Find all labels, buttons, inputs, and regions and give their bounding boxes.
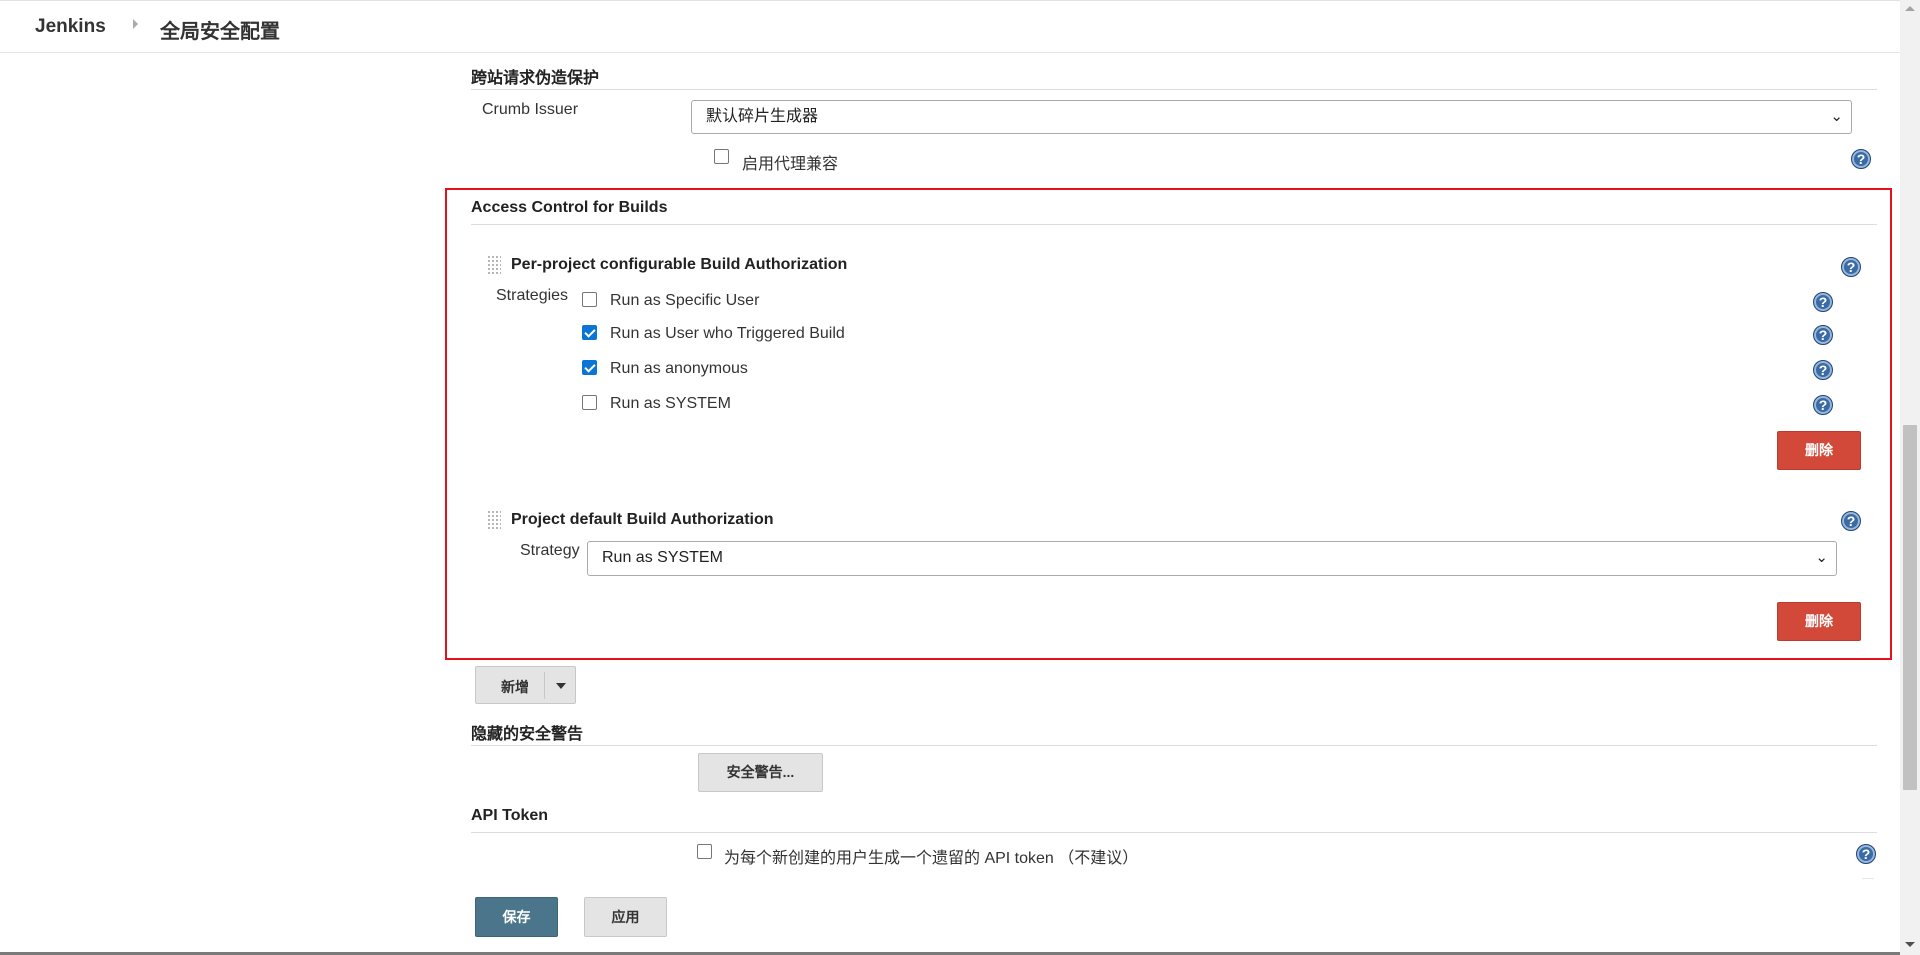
help-icon[interactable] (1841, 257, 1861, 277)
save-button[interactable]: 保存 (475, 897, 558, 937)
delete-per-project-button[interactable]: 删除 (1777, 431, 1861, 470)
chevron-down-icon (1830, 101, 1843, 133)
default-strategy-selected-value: Run as SYSTEM (602, 549, 723, 566)
add-button-label: 新增 (501, 679, 529, 695)
scroll-up-arrow-icon[interactable] (1905, 6, 1915, 11)
hidden-warnings-section-title: 隐藏的安全警告 (471, 726, 584, 743)
delete-project-default-button[interactable]: 删除 (1777, 602, 1861, 641)
crumb-issuer-label: Crumb Issuer (482, 101, 579, 118)
access-control-section-title: Access Control for Builds (471, 199, 668, 216)
help-icon[interactable] (1851, 149, 1871, 169)
crumb-issuer-selected-value: 默认碎片生成器 (706, 108, 819, 125)
help-icon[interactable] (1813, 360, 1833, 380)
strategy-triggering-user-checkbox[interactable] (582, 325, 597, 340)
legacy-api-token-checkbox[interactable] (697, 844, 712, 859)
csrf-section-title: 跨站请求伪造保护 (471, 70, 600, 87)
default-strategy-select[interactable]: Run as SYSTEM (587, 541, 1837, 576)
top-header: Jenkins 全局安全配置 (0, 0, 1900, 53)
scrollbar-thumb[interactable] (1903, 425, 1917, 790)
per-project-title: Per-project configurable Build Authoriza… (511, 256, 848, 273)
api-token-section-title: API Token (471, 807, 549, 824)
drag-handle-icon[interactable] (487, 510, 501, 530)
section-divider (471, 745, 1877, 746)
strategy-triggering-user-label: Run as User who Triggered Build (610, 325, 845, 342)
strategy-system-label: Run as SYSTEM (610, 395, 731, 412)
legacy-api-token-label: 为每个新创建的用户生成一个遗留的 API token （不建议） (724, 850, 1139, 867)
strategy-anonymous-label: Run as anonymous (610, 360, 748, 377)
section-divider (471, 89, 1877, 90)
breadcrumb-home-link[interactable]: Jenkins (35, 16, 106, 38)
breadcrumb-page-title[interactable]: 全局安全配置 (160, 15, 280, 44)
apply-button[interactable]: 应用 (584, 897, 667, 937)
help-icon[interactable] (1856, 844, 1876, 864)
scroll-down-arrow-icon[interactable] (1905, 942, 1915, 947)
button-divider (544, 672, 545, 699)
proxy-compat-checkbox[interactable] (714, 149, 729, 164)
project-default-title: Project default Build Authorization (511, 511, 774, 528)
strategy-specific-user-label: Run as Specific User (610, 292, 760, 309)
proxy-compat-label: 启用代理兼容 (742, 156, 839, 173)
drag-handle-icon[interactable] (487, 255, 501, 275)
breadcrumb-separator-icon (133, 19, 138, 29)
section-divider (471, 832, 1877, 833)
caret-down-icon (556, 683, 566, 689)
security-warnings-button[interactable]: 安全警告... (698, 753, 823, 792)
section-divider (1862, 878, 1874, 879)
strategy-specific-user-checkbox[interactable] (582, 292, 597, 307)
help-icon[interactable] (1813, 325, 1833, 345)
add-dropdown-button[interactable]: 新增 (475, 666, 576, 704)
strategy-anonymous-checkbox[interactable] (582, 360, 597, 375)
help-icon[interactable] (1841, 511, 1861, 531)
strategy-label: Strategy (520, 542, 580, 559)
strategies-label: Strategies (496, 287, 569, 304)
help-icon[interactable] (1813, 292, 1833, 312)
strategy-system-checkbox[interactable] (582, 395, 597, 410)
crumb-issuer-select[interactable]: 默认碎片生成器 (691, 100, 1852, 134)
section-divider (471, 224, 1877, 225)
help-icon[interactable] (1813, 395, 1833, 415)
chevron-down-icon (1815, 542, 1828, 574)
